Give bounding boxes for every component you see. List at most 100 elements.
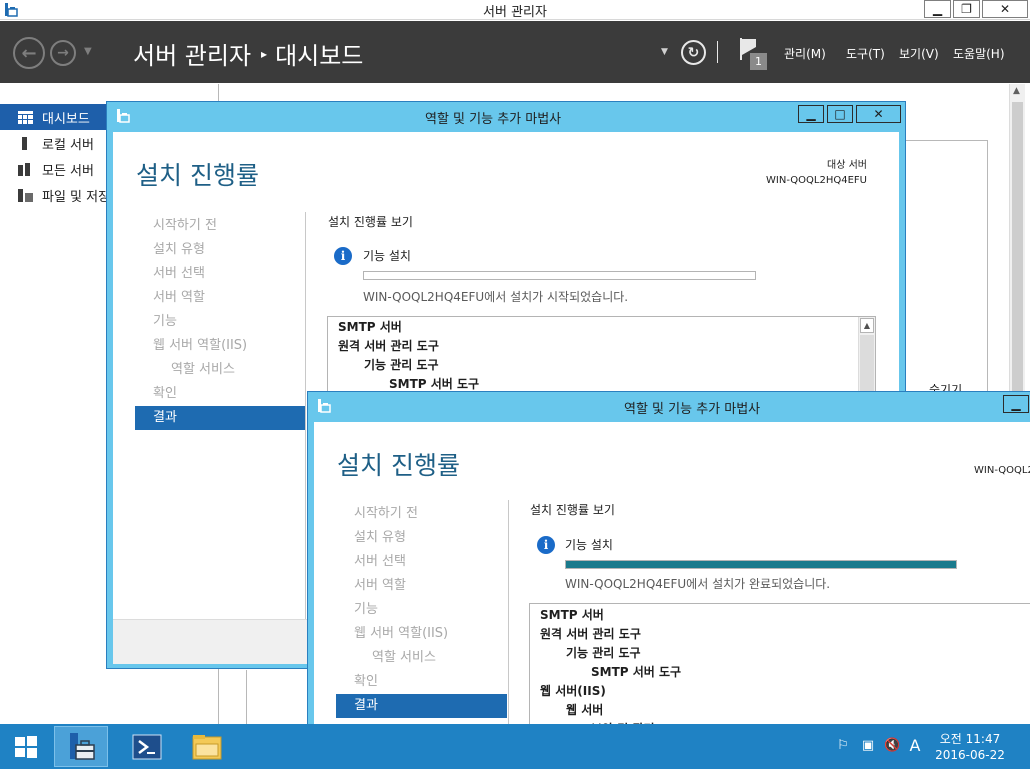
wizard-heading: 설치 진행률 [337, 451, 460, 480]
wizard-app-icon [318, 399, 331, 413]
main-titlebar: 서버 관리자 ▁ ❐ ✕ [0, 0, 1030, 20]
back-button[interactable]: ← [13, 37, 45, 69]
header-dropdown-icon[interactable]: ▼ [661, 47, 668, 57]
step-features[interactable]: 기능 [135, 310, 306, 334]
install-results-list[interactable]: SMTP 서버원격 서버 관리 도구기능 관리 도구SMTP 서버 도구 ▲ ≡ [327, 316, 876, 396]
wizard-window-controls: ▁ □ ✕ [795, 105, 901, 123]
install-progress-bar [565, 560, 957, 569]
step-before-you-begin[interactable]: 시작하기 전 [135, 214, 306, 238]
start-button[interactable] [0, 726, 52, 767]
step-web-server-role[interactable]: 웹 서버 역할(IIS) [135, 334, 306, 358]
menu-help[interactable]: 도움말(H) [953, 45, 1005, 62]
step-before-you-begin[interactable]: 시작하기 전 [336, 502, 507, 526]
info-icon: i [537, 536, 555, 554]
wizard-maximize-button[interactable]: □ [827, 105, 853, 123]
results-items: SMTP 서버 원격 서버 관리 도구 기능 관리 도구 SMTP 서버 도구 [328, 317, 875, 394]
wizard-window-controls: ▁ [1000, 395, 1029, 413]
history-dropdown-icon[interactable]: ▼ [84, 46, 92, 57]
dashboard-divider [905, 140, 988, 141]
window-controls: ▁ ❐ ✕ [922, 0, 1028, 18]
system-clock[interactable]: 오전 11:47 2016-06-22 [930, 731, 1010, 763]
sidebar-item-label: 모든 서버 [42, 163, 94, 179]
step-installation-type[interactable]: 설치 유형 [336, 526, 507, 550]
minimize-icon: ▁ [932, 2, 943, 16]
install-status: WIN-QOQL2HQ4EFU에서 설치가 완료되었습니다. [565, 577, 831, 591]
server-manager-taskbar-icon [70, 732, 95, 760]
step-results[interactable]: 결과 [135, 406, 306, 430]
menu-view[interactable]: 보기(V) [899, 45, 939, 62]
action-center-flag-icon[interactable]: ⚐ [835, 738, 851, 754]
all-servers-icon [18, 162, 30, 176]
wizard-minimize-button[interactable]: ▁ [1003, 395, 1029, 413]
sidebar-item-all-servers[interactable]: 모든 서버 [0, 156, 108, 182]
forward-arrow-icon: → [57, 45, 69, 61]
windows-logo-icon [15, 735, 37, 758]
step-web-server-role[interactable]: 웹 서버 역할(IIS) [336, 622, 507, 646]
breadcrumb-current: 대시보드 [275, 42, 364, 70]
dashboard-divider [246, 670, 247, 724]
step-server-roles[interactable]: 서버 역할 [135, 286, 306, 310]
minimize-button[interactable]: ▁ [924, 0, 951, 18]
install-status: WIN-QOQL2HQ4EFU에서 설치가 시작되었습니다. [363, 290, 629, 304]
close-icon: ✕ [873, 107, 884, 121]
step-features[interactable]: 기능 [336, 598, 507, 622]
scroll-thumb[interactable]: ≡ [860, 335, 874, 395]
folder-icon [192, 734, 222, 759]
maximize-icon: □ [834, 107, 846, 121]
step-confirmation[interactable]: 확인 [336, 670, 507, 694]
result-item: 원격 서버 관리 도구 [540, 627, 641, 641]
wizard-close-button[interactable]: ✕ [856, 105, 901, 123]
step-role-services[interactable]: 역할 서비스 [336, 646, 507, 670]
menu-manage[interactable]: 관리(M) [784, 45, 826, 62]
step-installation-type[interactable]: 설치 유형 [135, 238, 306, 262]
refresh-button[interactable]: ↻ [681, 40, 706, 65]
view-progress-label: 설치 진행률 보기 [328, 215, 413, 229]
target-server-name: WIN-QOQL2HQ4EFU [766, 175, 867, 186]
scroll-up-icon[interactable]: ▲ [860, 318, 874, 333]
wizard-content: 설치 진행률 대 WIN-QOQL2 시작하기 전 설치 유형 서버 선택 서버… [314, 422, 1030, 730]
install-progress-bar [363, 271, 756, 280]
restore-icon: ❐ [961, 2, 972, 16]
taskbar-powershell[interactable] [120, 726, 174, 767]
taskbar-server-manager[interactable] [54, 726, 108, 767]
wizard-minimize-button[interactable]: ▁ [798, 105, 824, 123]
menu-tools[interactable]: 도구(T) [846, 45, 885, 62]
step-server-selection[interactable]: 서버 선택 [336, 550, 507, 574]
sidebar-item-dashboard[interactable]: 대시보드 [0, 104, 108, 130]
target-server-label: 대상 서버 [827, 160, 867, 171]
taskbar-file-explorer[interactable] [180, 726, 234, 767]
step-results[interactable]: 결과 [336, 694, 507, 718]
restore-button[interactable]: ❐ [953, 0, 980, 18]
ime-indicator[interactable]: A [907, 738, 923, 754]
info-icon: i [334, 247, 352, 265]
sidebar-item-file-storage[interactable]: 파일 및 저장소 서비스 [0, 182, 108, 208]
forward-button[interactable]: → [50, 40, 76, 66]
result-item: SMTP 서버 [338, 320, 402, 334]
scroll-up-icon[interactable]: ▲ [1013, 86, 1020, 96]
result-item: 원격 서버 관리 도구 [338, 339, 439, 353]
wizard-app-icon [117, 109, 130, 123]
feature-install-label: 기능 설치 [565, 538, 613, 552]
volume-muted-icon[interactable]: 🔇 [884, 738, 900, 754]
step-confirmation[interactable]: 확인 [135, 382, 306, 406]
install-results-list[interactable]: SMTP 서버 원격 서버 관리 도구 기능 관리 도구 SMTP 서버 도구 웹 서버… [529, 603, 1030, 730]
sidebar-item-local-server[interactable]: 로컬 서버 [0, 130, 108, 156]
results-items: SMTP 서버 원격 서버 관리 도구 기능 관리 도구 SMTP 서버 도구 웹 서버… [530, 604, 1030, 730]
step-server-selection[interactable]: 서버 선택 [135, 262, 306, 286]
sidebar-item-label: 파일 및 저장소 서비스 [42, 189, 108, 205]
feature-install-label: 기능 설치 [363, 249, 411, 263]
results-scrollbar[interactable]: ▲ ≡ [858, 317, 875, 395]
target-server-name: WIN-QOQL2 [974, 465, 1030, 476]
step-server-roles[interactable]: 서버 역할 [336, 574, 507, 598]
sidebar-item-label: 로컬 서버 [42, 137, 94, 153]
close-button[interactable]: ✕ [982, 0, 1028, 18]
step-role-services[interactable]: 역할 서비스 [135, 358, 306, 382]
notifications-flag-button[interactable]: 1 [740, 38, 768, 70]
sidebar-item-label: 대시보드 [42, 111, 90, 127]
file-storage-icon [18, 188, 33, 202]
dashboard-icon [18, 110, 33, 124]
wizard-window-foreground: 역할 및 기능 추가 마법사 ▁ 설치 진행률 대 WIN-QOQL2 시작하기… [307, 391, 1030, 731]
close-icon: ✕ [999, 2, 1011, 16]
breadcrumb-root[interactable]: 서버 관리자 [133, 36, 251, 71]
network-icon[interactable]: ▣ [860, 738, 876, 754]
